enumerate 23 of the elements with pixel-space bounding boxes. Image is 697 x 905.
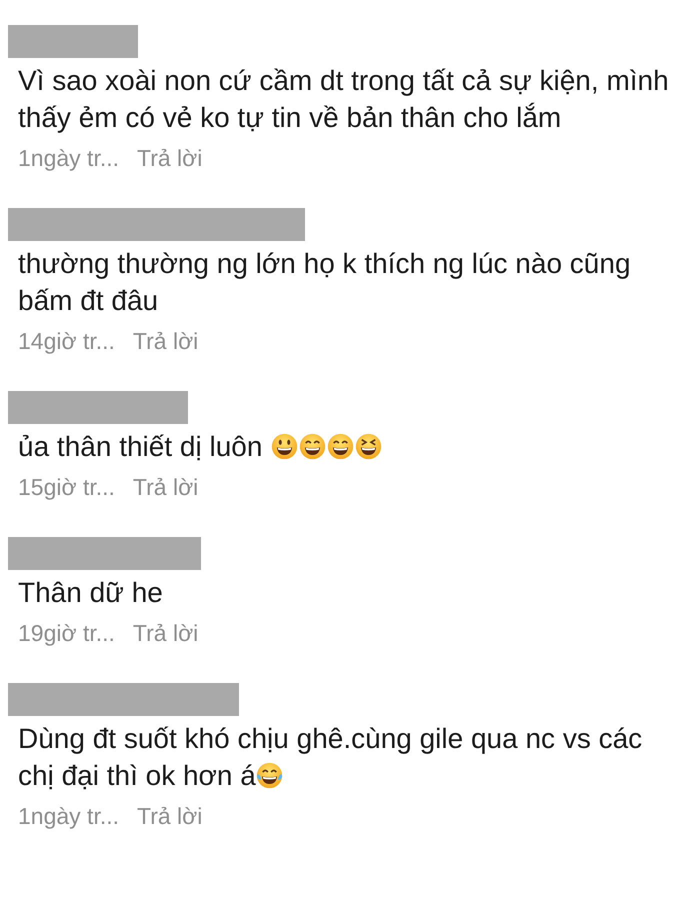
grinning-face-icon	[299, 433, 326, 460]
reply-link[interactable]: Trả lời	[137, 802, 202, 830]
reply-link[interactable]: Trả lời	[132, 327, 198, 355]
comment-line: chị đại thì ok hơn á	[18, 759, 256, 793]
reply-link[interactable]: Trả lời	[132, 473, 198, 501]
comment-line: Thân dữ he	[18, 576, 163, 610]
comment-time: 15giờ tr...	[18, 473, 115, 501]
reply-link[interactable]: Trả lời	[137, 144, 202, 172]
comment-time: 1ngày tr...	[18, 802, 120, 830]
laughing-crying-face-icon	[256, 762, 283, 789]
comment-line: ủa thân thiết dị luôn	[18, 430, 262, 464]
squinting-face-icon	[355, 433, 382, 460]
comment-time: 19giờ tr...	[18, 619, 115, 647]
comment-time: 14giờ tr...	[18, 327, 115, 355]
comment-line: thường thường ng lớn họ k thích ng lúc nào cũng	[18, 247, 631, 281]
comment-time: 1ngày tr...	[18, 144, 120, 172]
comment-line: Dùng đt suốt khó chịu ghê.cùng gile qua nc vs các	[18, 722, 642, 756]
smiling-face-icon	[271, 433, 298, 460]
reply-link[interactable]: Trả lời	[132, 619, 198, 647]
comment-line: bấm đt đâu	[18, 284, 158, 318]
comment-line: Vì sao xoài non cứ cầm dt trong tất cả sự kiện, mình	[18, 64, 669, 98]
comment-line: thấy ẻm có vẻ ko tự tin về bản thân cho lắm	[18, 101, 562, 135]
grinning-face-icon	[327, 433, 354, 460]
